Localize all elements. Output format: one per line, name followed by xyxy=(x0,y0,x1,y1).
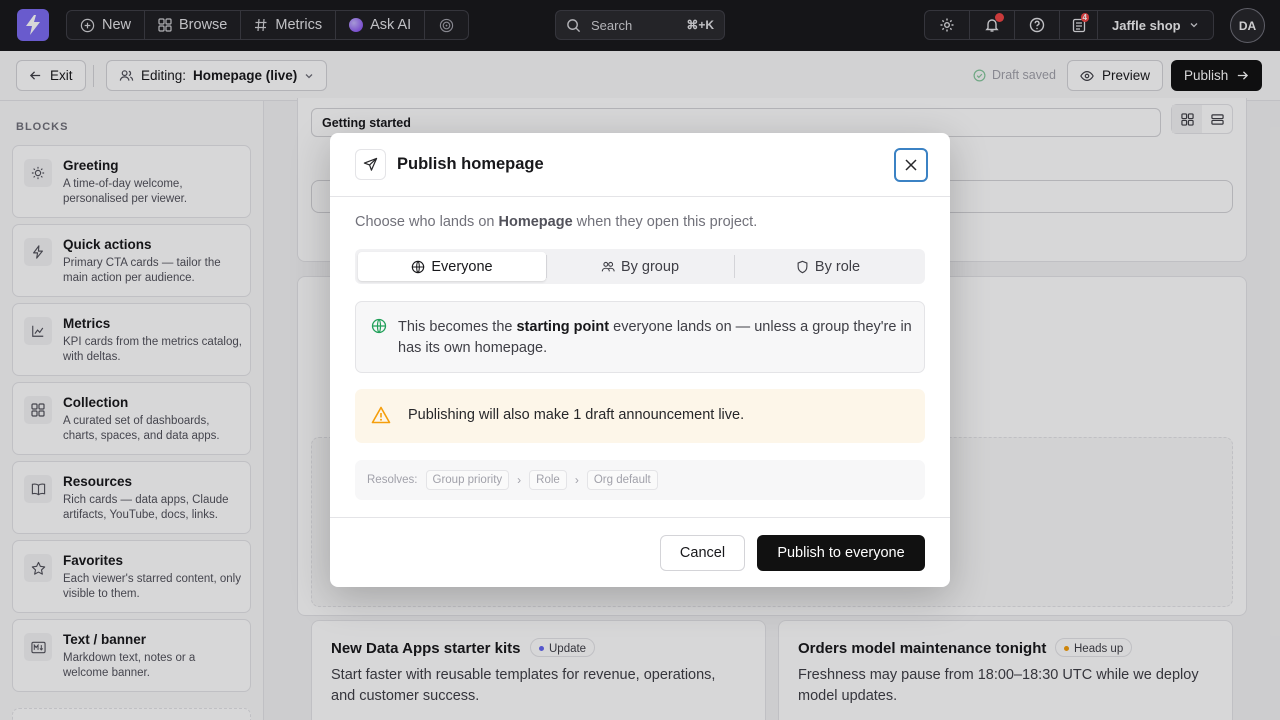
dialog-footer: Cancel Publish to everyone xyxy=(330,517,950,587)
globe-icon xyxy=(371,318,387,334)
publish-to-everyone-button[interactable]: Publish to everyone xyxy=(757,535,925,571)
send-icon xyxy=(355,149,386,180)
tab-everyone[interactable]: Everyone xyxy=(358,252,546,281)
warning-text: Publishing will also make 1 draft announ… xyxy=(408,407,745,423)
intro-prefix: Choose who lands on xyxy=(355,214,495,230)
resolve-chip: Org default xyxy=(586,470,658,490)
resolve-chip: Group priority xyxy=(425,470,510,490)
close-icon xyxy=(905,159,917,171)
intro-suffix: when they open this project. xyxy=(576,214,758,230)
publish-dialog: Publish homepage Choose who lands on Hom… xyxy=(330,133,950,587)
cancel-button[interactable]: Cancel xyxy=(660,535,745,571)
dialog-title: Publish homepage xyxy=(397,155,544,173)
warning-icon xyxy=(371,406,391,424)
tab-label: By role xyxy=(814,258,861,275)
tab-by-group[interactable]: By group xyxy=(546,252,734,281)
chevron-right-icon: › xyxy=(574,473,579,487)
audience-info-text: This becomes the starting point everyone… xyxy=(398,317,913,359)
tab-label: By group xyxy=(620,258,680,275)
shield-icon xyxy=(797,260,808,273)
audience-info: This becomes the starting point everyone… xyxy=(355,301,925,373)
audience-selector: Everyone By group By role xyxy=(355,249,925,284)
resolves-label: Resolves: xyxy=(367,474,418,486)
dialog-header: Publish homepage xyxy=(330,133,950,197)
info-prefix: This becomes the xyxy=(398,319,513,335)
tab-label: Everyone xyxy=(431,258,493,275)
tab-by-role[interactable]: By role xyxy=(734,252,922,281)
globe-icon xyxy=(412,260,425,273)
resolve-chip: Role xyxy=(529,470,567,490)
chevron-right-icon: › xyxy=(517,473,522,487)
close-button[interactable] xyxy=(894,148,928,182)
resolution-order: Resolves: Group priority › Role › Org de… xyxy=(355,460,925,500)
warning-banner: Publishing will also make 1 draft announ… xyxy=(355,389,925,443)
info-bold: starting point xyxy=(516,319,610,335)
dialog-intro: Choose who lands on Homepage when they o… xyxy=(355,214,757,230)
users-icon xyxy=(601,261,615,271)
intro-target: Homepage xyxy=(498,214,573,230)
